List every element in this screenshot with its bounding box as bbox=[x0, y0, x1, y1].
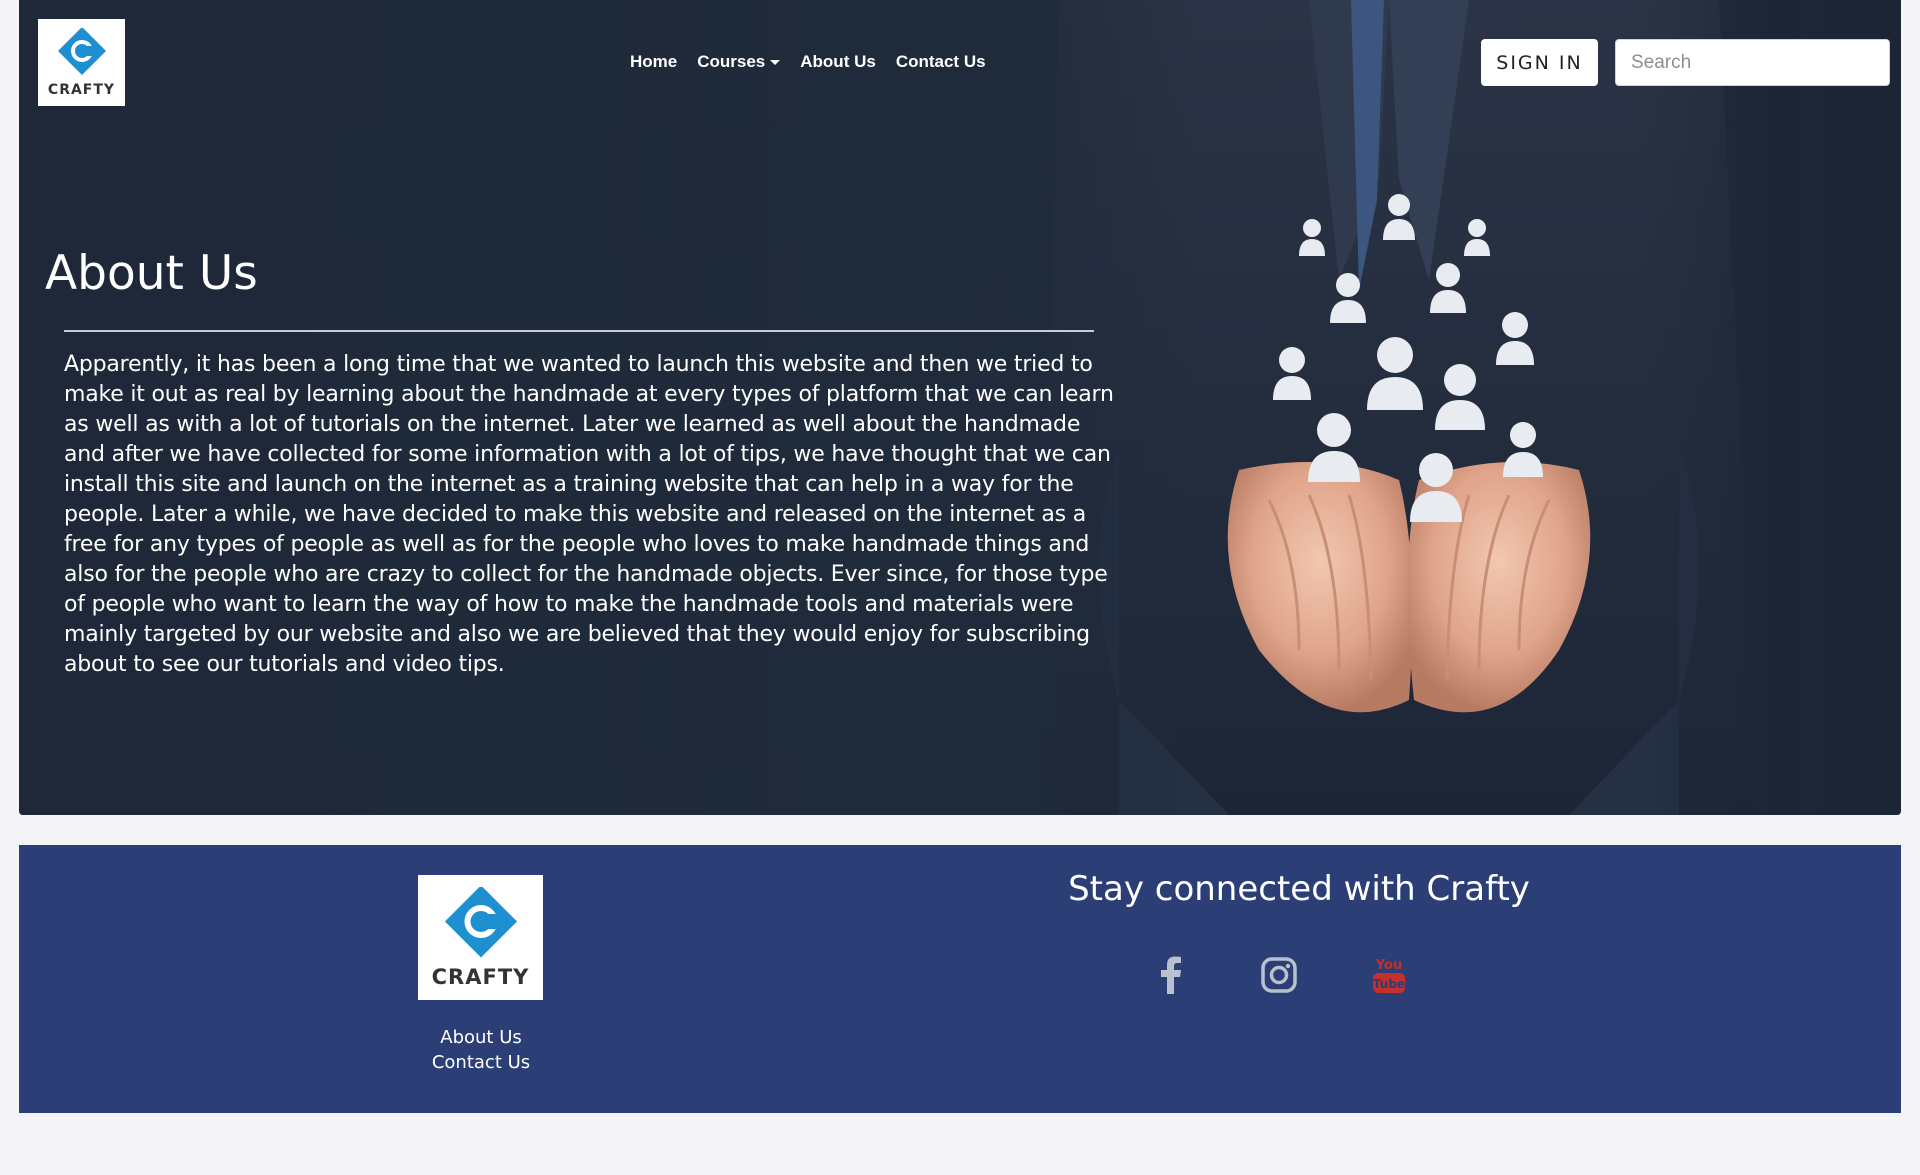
nav-courses-label: Courses bbox=[697, 52, 766, 71]
crafty-diamond-icon bbox=[57, 27, 106, 75]
facebook-icon bbox=[1161, 956, 1181, 994]
stay-connected-heading: Stay connected with Crafty bbox=[1068, 869, 1530, 909]
brand-logo[interactable]: CRAFTY bbox=[38, 19, 125, 106]
footer-links: About Us Contact Us bbox=[399, 1025, 563, 1075]
facebook-link[interactable] bbox=[1141, 945, 1201, 1005]
sign-in-button[interactable]: SIGN IN bbox=[1481, 39, 1598, 86]
footer-logo-text: CRAFTY bbox=[431, 964, 530, 989]
page-title: About Us bbox=[45, 246, 258, 301]
title-divider bbox=[64, 330, 1094, 332]
site-footer: CRAFTY About Us Contact Us Stay connecte… bbox=[19, 845, 1901, 1113]
svg-text:You: You bbox=[1375, 958, 1402, 973]
hero-section: CRAFTY Home Courses About Us Contact Us … bbox=[19, 0, 1901, 815]
about-paragraph: Apparently, it has been a long time that… bbox=[64, 352, 1114, 677]
chevron-down-icon bbox=[770, 59, 781, 65]
main-nav: Home Courses About Us Contact Us bbox=[630, 52, 986, 72]
footer-link-contact-us[interactable]: Contact Us bbox=[399, 1050, 563, 1075]
nav-courses-dropdown[interactable]: Courses bbox=[697, 52, 781, 72]
instagram-icon bbox=[1261, 957, 1297, 993]
youtube-icon: You Tube bbox=[1373, 958, 1405, 993]
footer-link-about-us[interactable]: About Us bbox=[399, 1025, 563, 1050]
youtube-link[interactable]: You Tube bbox=[1359, 945, 1419, 1005]
hero-photo bbox=[999, 0, 1799, 815]
crafty-diamond-icon bbox=[444, 886, 517, 958]
footer-brand-logo[interactable]: CRAFTY bbox=[418, 875, 543, 1000]
nav-home[interactable]: Home bbox=[630, 52, 677, 72]
svg-text:Tube: Tube bbox=[1373, 977, 1405, 991]
nav-contact-us[interactable]: Contact Us bbox=[896, 52, 986, 72]
brand-logo-text: CRAFTY bbox=[47, 81, 116, 98]
search-input[interactable] bbox=[1615, 39, 1890, 86]
nav-about-us[interactable]: About Us bbox=[800, 52, 876, 72]
instagram-link[interactable] bbox=[1249, 945, 1309, 1005]
